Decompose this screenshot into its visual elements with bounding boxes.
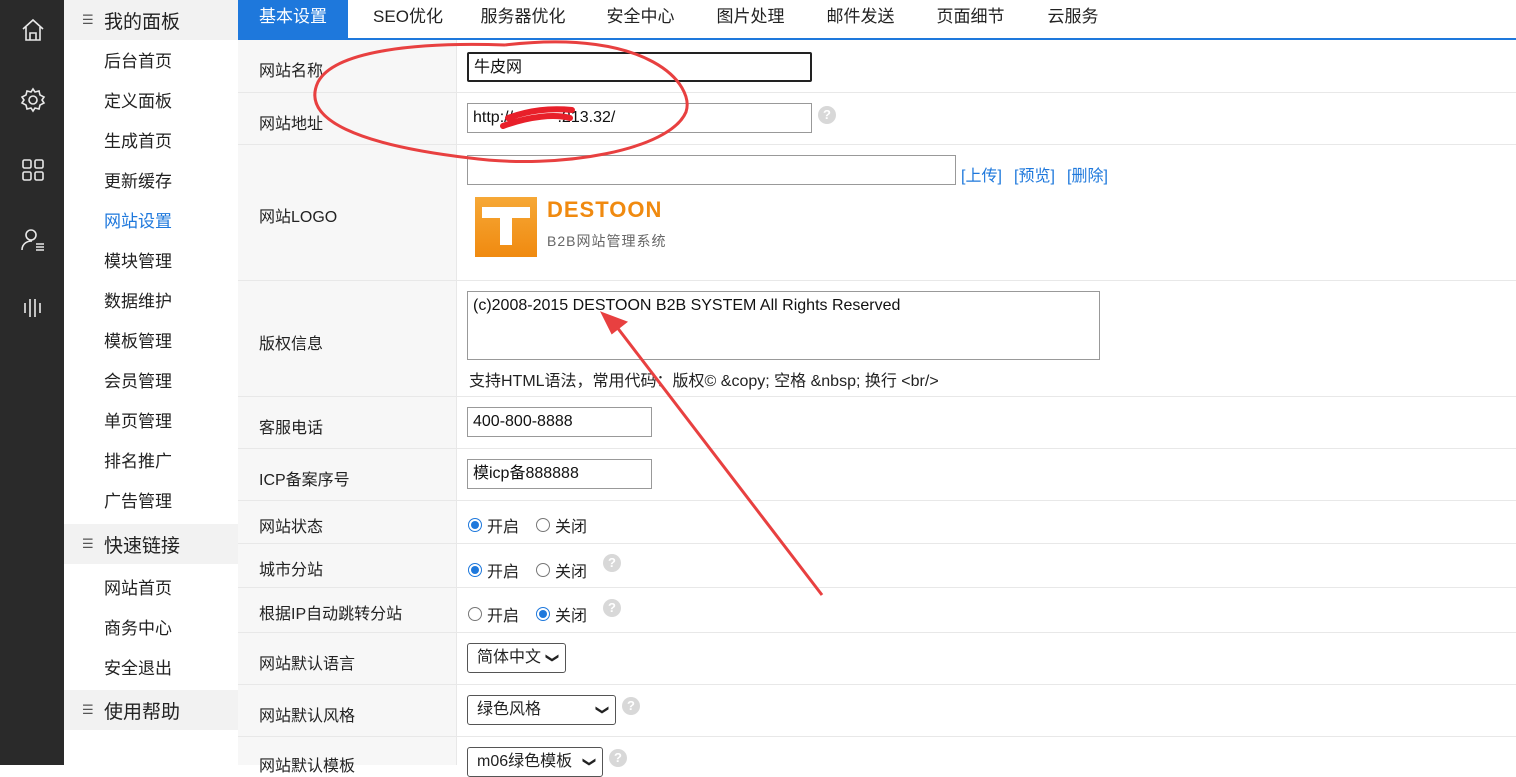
- bars-icon[interactable]: [17, 292, 49, 324]
- section-title: 我的面板: [104, 11, 181, 33]
- site-url-label: 网站地址: [259, 116, 324, 133]
- home-icon[interactable]: [17, 14, 49, 46]
- section-help[interactable]: ☰ 使用帮助: [64, 690, 238, 730]
- section-title: 使用帮助: [104, 701, 181, 723]
- city-off-radio[interactable]: 关闭: [536, 558, 587, 582]
- phone-label: 客服电话: [259, 420, 324, 437]
- logo-preview-link[interactable]: [预览]: [1014, 162, 1055, 186]
- copyright-textarea[interactable]: (c)2008-2015 DESTOON B2B SYSTEM All Righ…: [467, 291, 1100, 360]
- sidebar-item-custom-panel[interactable]: 定义面板: [104, 90, 172, 114]
- tab-cloud[interactable]: 云服务: [1028, 0, 1118, 38]
- sidebar-item-members[interactable]: 会员管理: [104, 370, 172, 394]
- user-list-icon[interactable]: [17, 224, 49, 256]
- tab-page-details[interactable]: 页面细节: [918, 0, 1023, 38]
- icon-bar: [0, 0, 64, 765]
- sidebar-item-modules[interactable]: 模块管理: [104, 250, 172, 274]
- row-site-url: 网站地址 http:// .213.32/ ?: [238, 93, 1516, 145]
- icp-label: ICP备案序号: [259, 472, 350, 489]
- tab-images[interactable]: 图片处理: [698, 0, 803, 38]
- site-name-label: 网站名称: [259, 63, 324, 80]
- tab-basic-settings[interactable]: 基本设置: [238, 0, 348, 38]
- chevron-down-icon: ❯: [545, 652, 561, 664]
- status-off-radio[interactable]: 关闭: [536, 513, 587, 537]
- style-label: 网站默认风格: [259, 708, 356, 725]
- sidebar-link-site-home[interactable]: 网站首页: [104, 577, 172, 601]
- row-template: 网站默认模板 m06绿色模板 ❯ ?: [238, 737, 1516, 777]
- sidebar-item-generate-home[interactable]: 生成首页: [104, 130, 172, 154]
- copyright-label: 版权信息: [259, 336, 324, 353]
- destoon-logo: DESTOON B2B网站管理系统: [475, 195, 695, 259]
- gear-icon[interactable]: [17, 84, 49, 116]
- section-my-panel[interactable]: ☰ 我的面板: [64, 0, 238, 40]
- city-label: 城市分站: [259, 562, 324, 579]
- sidebar-item-pages[interactable]: 单页管理: [104, 410, 172, 434]
- language-select[interactable]: 简体中文 ❯: [467, 643, 566, 673]
- site-name-input[interactable]: 牛皮网: [467, 52, 812, 82]
- list-icon: ☰: [82, 702, 94, 717]
- sidebar: ☰ 我的面板 后台首页 定义面板 生成首页 更新缓存 网站设置 模块管理 数据维…: [64, 0, 239, 765]
- help-icon[interactable]: ?: [609, 749, 627, 767]
- row-site-status: 网站状态 开启 关闭: [238, 501, 1516, 544]
- help-icon[interactable]: ?: [818, 106, 836, 124]
- template-label: 网站默认模板: [259, 758, 356, 775]
- tab-bar: 基本设置 SEO优化 服务器优化 安全中心 图片处理 邮件发送 页面细节 云服务: [238, 0, 1516, 40]
- help-icon[interactable]: ?: [603, 554, 621, 572]
- ip-label: 根据IP自动跳转分站: [259, 606, 403, 623]
- copyright-tip: 支持HTML语法，常用代码：版权© &copy; 空格 &nbsp; 换行 <b…: [469, 373, 939, 390]
- logo-sub-text: B2B网站管理系统: [547, 233, 667, 249]
- style-select[interactable]: 绿色风格 ❯: [467, 695, 616, 725]
- grid-icon[interactable]: [17, 154, 49, 186]
- sidebar-link-logout[interactable]: 安全退出: [104, 657, 172, 681]
- phone-input[interactable]: 400-800-8888: [467, 407, 652, 437]
- tab-server[interactable]: 服务器优化: [468, 0, 578, 38]
- sidebar-item-home[interactable]: 后台首页: [104, 50, 172, 74]
- section-quick-links[interactable]: ☰ 快速链接: [64, 524, 238, 564]
- sidebar-item-ads[interactable]: 广告管理: [104, 490, 172, 514]
- logo-upload-link[interactable]: [上传]: [961, 162, 1002, 186]
- list-icon: ☰: [82, 536, 94, 551]
- row-site-logo: 网站LOGO [上传] [预览] [删除] DESTOON B2B网站管理系统: [238, 145, 1516, 281]
- ip-off-radio[interactable]: 关闭: [536, 602, 587, 626]
- list-icon: ☰: [82, 12, 94, 27]
- language-label: 网站默认语言: [259, 656, 356, 673]
- tab-security[interactable]: 安全中心: [588, 0, 693, 38]
- status-label: 网站状态: [259, 519, 324, 536]
- row-phone: 客服电话 400-800-8888: [238, 397, 1516, 449]
- row-site-name: 网站名称 牛皮网: [238, 40, 1516, 93]
- sidebar-item-update-cache[interactable]: 更新缓存: [104, 170, 172, 194]
- section-title: 快速链接: [104, 535, 181, 557]
- row-copyright: 版权信息 (c)2008-2015 DESTOON B2B SYSTEM All…: [238, 281, 1516, 397]
- chevron-down-icon: ❯: [582, 756, 598, 768]
- row-style: 网站默认风格 绿色风格 ❯ ?: [238, 685, 1516, 737]
- chevron-down-icon: ❯: [595, 704, 611, 716]
- ip-on-radio[interactable]: 开启: [468, 602, 519, 626]
- help-icon[interactable]: ?: [603, 599, 621, 617]
- sidebar-item-templates[interactable]: 模板管理: [104, 330, 172, 354]
- sidebar-link-business[interactable]: 商务中心: [104, 617, 172, 641]
- tab-seo[interactable]: SEO优化: [358, 0, 458, 38]
- logo-delete-link[interactable]: [删除]: [1067, 162, 1108, 186]
- help-icon[interactable]: ?: [622, 697, 640, 715]
- logo-url-input[interactable]: [467, 155, 956, 185]
- row-ip-redirect: 根据IP自动跳转分站 开启 关闭 ?: [238, 588, 1516, 633]
- tab-mail[interactable]: 邮件发送: [808, 0, 913, 38]
- sidebar-item-ranking[interactable]: 排名推广: [104, 450, 172, 474]
- city-on-radio[interactable]: 开启: [468, 558, 519, 582]
- logo-brand-text: DESTOON: [547, 197, 663, 222]
- logo-mark: [475, 197, 537, 257]
- row-icp: ICP备案序号 模icp备888888: [238, 449, 1516, 501]
- icp-input[interactable]: 模icp备888888: [467, 459, 652, 489]
- row-language: 网站默认语言 简体中文 ❯: [238, 633, 1516, 685]
- sidebar-item-data[interactable]: 数据维护: [104, 290, 172, 314]
- site-url-input[interactable]: http:// .213.32/: [467, 103, 812, 133]
- sidebar-item-site-settings[interactable]: 网站设置: [104, 210, 172, 234]
- template-select[interactable]: m06绿色模板 ❯: [467, 747, 603, 777]
- status-on-radio[interactable]: 开启: [468, 513, 519, 537]
- logo-label: 网站LOGO: [259, 209, 338, 226]
- row-city-station: 城市分站 开启 关闭 ?: [238, 544, 1516, 588]
